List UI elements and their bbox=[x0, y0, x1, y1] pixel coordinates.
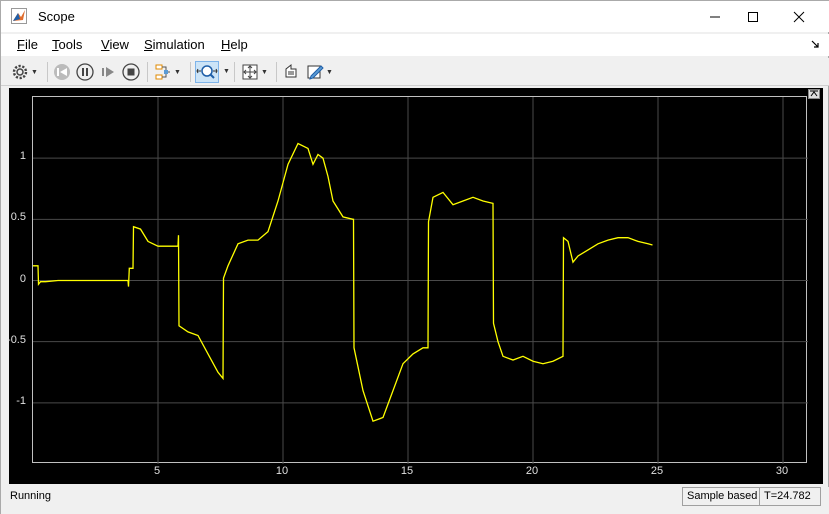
toolbar: ▼ ▼ ▼ ▼ ▼ bbox=[1, 58, 829, 86]
y-tick-label: 1 bbox=[19, 150, 26, 163]
stop-icon bbox=[122, 63, 140, 81]
edit-icon bbox=[307, 65, 324, 80]
pause-icon bbox=[76, 63, 94, 81]
title-bar[interactable]: Scope bbox=[1, 1, 829, 32]
edit-properties-button[interactable]: ▼ bbox=[306, 61, 333, 83]
restore-icon bbox=[810, 90, 818, 97]
autoscale-button[interactable]: ▼ bbox=[241, 61, 268, 83]
simulation-time: T=24.782 bbox=[759, 487, 821, 506]
y-tick-label: -1 bbox=[16, 394, 26, 407]
minimize-icon bbox=[710, 16, 720, 17]
x-tick-label: 20 bbox=[525, 465, 539, 477]
toolbar-divider bbox=[234, 62, 235, 82]
autoscale-icon bbox=[242, 64, 258, 80]
signal-plot bbox=[33, 97, 808, 464]
signal-triggers-button[interactable]: ▼ bbox=[154, 61, 181, 83]
chevron-down-icon: ▼ bbox=[326, 68, 333, 76]
y-tick-label: -0.5 bbox=[7, 333, 26, 346]
plot-area[interactable] bbox=[32, 96, 808, 464]
simulation-status: Running bbox=[10, 490, 51, 502]
toolbar-divider bbox=[276, 62, 277, 82]
chevron-down-icon: ▼ bbox=[174, 68, 181, 76]
maximize-button[interactable] bbox=[730, 1, 776, 32]
signal-triggers-icon bbox=[155, 64, 170, 80]
zoom-button[interactable] bbox=[195, 61, 219, 83]
window-title: Scope bbox=[38, 9, 75, 24]
x-tick-label: 10 bbox=[275, 465, 289, 477]
highlight-simulink-block-button[interactable] bbox=[282, 61, 300, 83]
chevron-down-icon: ▼ bbox=[31, 68, 38, 76]
sample-mode-indicator: Sample based bbox=[682, 487, 763, 506]
grid bbox=[33, 97, 808, 464]
step-forward-button[interactable] bbox=[99, 61, 117, 83]
chevron-down-icon: ▼ bbox=[261, 68, 268, 76]
x-tick-label: 25 bbox=[650, 465, 664, 477]
close-button[interactable] bbox=[776, 1, 822, 32]
restore-layout-button[interactable] bbox=[808, 89, 820, 99]
x-tick-label: 30 bbox=[775, 465, 789, 477]
signal-line bbox=[33, 142, 653, 423]
menu-view[interactable]: View bbox=[101, 37, 129, 52]
toolbar-divider bbox=[190, 62, 191, 82]
toolbar-divider bbox=[47, 62, 48, 82]
status-bar: Running Sample based T=24.782 bbox=[1, 487, 829, 514]
step-back-icon bbox=[54, 64, 70, 80]
stop-button[interactable] bbox=[122, 61, 140, 83]
menu-help[interactable]: Help bbox=[221, 37, 248, 52]
dock-arrow-icon[interactable] bbox=[810, 39, 820, 49]
settings-icon bbox=[12, 64, 28, 80]
step-back-button[interactable] bbox=[53, 61, 71, 83]
toolbar-divider bbox=[147, 62, 148, 82]
step-forward-icon bbox=[102, 67, 114, 77]
menu-tools[interactable]: Tools bbox=[52, 37, 82, 52]
x-tick-label: 15 bbox=[400, 465, 414, 477]
highlight-icon bbox=[285, 63, 297, 78]
matlab-icon bbox=[11, 8, 27, 24]
settings-button[interactable]: ▼ bbox=[11, 61, 38, 83]
chevron-down-icon[interactable]: ▼ bbox=[223, 68, 230, 75]
pause-button[interactable] bbox=[76, 61, 94, 83]
scope-window: Scope File Tools View Simulation Help ▼ bbox=[0, 0, 829, 514]
zoom-icon bbox=[196, 65, 218, 79]
y-tick-label: 0.5 bbox=[10, 211, 26, 224]
menu-file[interactable]: File bbox=[17, 37, 38, 52]
x-tick-label: 5 bbox=[153, 465, 161, 477]
close-icon bbox=[793, 11, 805, 22]
menu-bar: File Tools View Simulation Help bbox=[1, 34, 829, 56]
maximize-icon bbox=[748, 11, 758, 22]
menu-simulation[interactable]: Simulation bbox=[144, 37, 205, 52]
y-tick-label: 0 bbox=[19, 272, 26, 285]
